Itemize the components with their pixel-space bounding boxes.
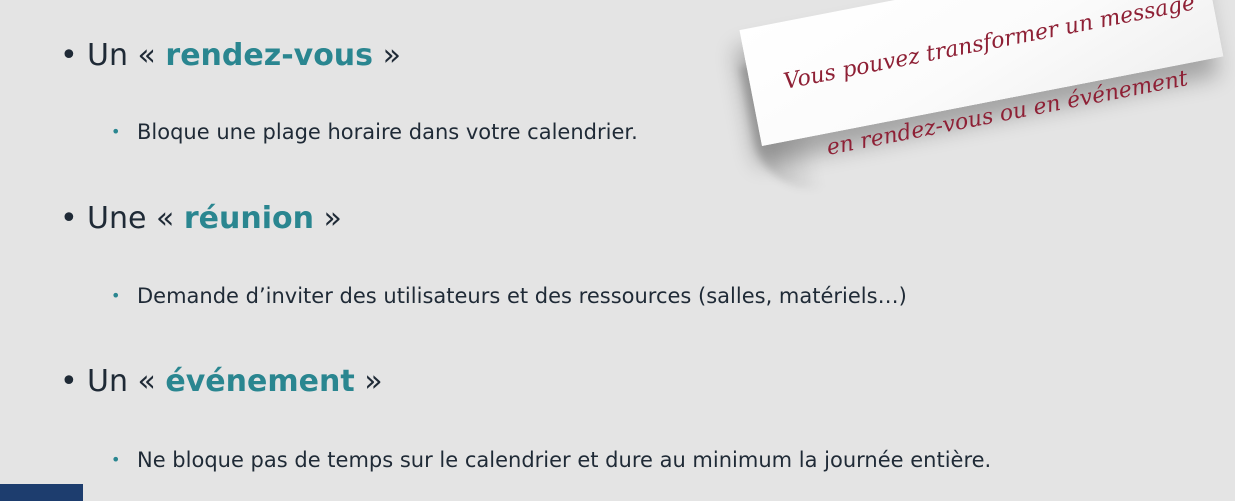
item-keyword: événement bbox=[165, 364, 355, 399]
sub-bullet-icon: • bbox=[111, 450, 121, 469]
item-keyword: réunion bbox=[183, 201, 314, 236]
bullet-icon: • bbox=[60, 201, 78, 236]
bullet-icon: • bbox=[60, 364, 78, 399]
item-prefix: Une « bbox=[87, 201, 184, 236]
item-suffix: » bbox=[373, 38, 401, 73]
corner-mark bbox=[0, 484, 83, 501]
item-detail: Ne bloque pas de temps sur le calendrier… bbox=[137, 448, 992, 472]
bullet-item-rendez-vous: • Un « rendez-vous » bbox=[60, 38, 401, 73]
sticky-note: Vous pouvez transformer un message en re… bbox=[739, 0, 1235, 210]
item-suffix: » bbox=[313, 201, 342, 236]
sub-bullet-icon: • bbox=[111, 122, 121, 141]
slide: • Un « rendez-vous » • Bloque une plage … bbox=[0, 0, 1235, 501]
bullet-icon: • bbox=[60, 38, 78, 73]
item-prefix: Un « bbox=[87, 38, 166, 73]
item-detail: Demande d’inviter des utilisateurs et de… bbox=[137, 284, 907, 308]
sub-bullet-icon: • bbox=[111, 286, 121, 305]
sub-bullet-reunion: • Demande d’inviter des utilisateurs et … bbox=[111, 284, 907, 308]
bullet-item-evenement: • Un « événement » bbox=[60, 364, 383, 399]
item-detail: Bloque une plage horaire dans votre cale… bbox=[137, 120, 638, 144]
sub-bullet-evenement: • Ne bloque pas de temps sur le calendri… bbox=[111, 448, 991, 472]
bullet-item-reunion: • Une « réunion » bbox=[60, 201, 342, 236]
item-suffix: » bbox=[354, 364, 383, 399]
sub-bullet-rendez-vous: • Bloque une plage horaire dans votre ca… bbox=[111, 120, 638, 144]
item-prefix: Un « bbox=[87, 364, 166, 399]
item-keyword: rendez-vous bbox=[165, 38, 374, 73]
